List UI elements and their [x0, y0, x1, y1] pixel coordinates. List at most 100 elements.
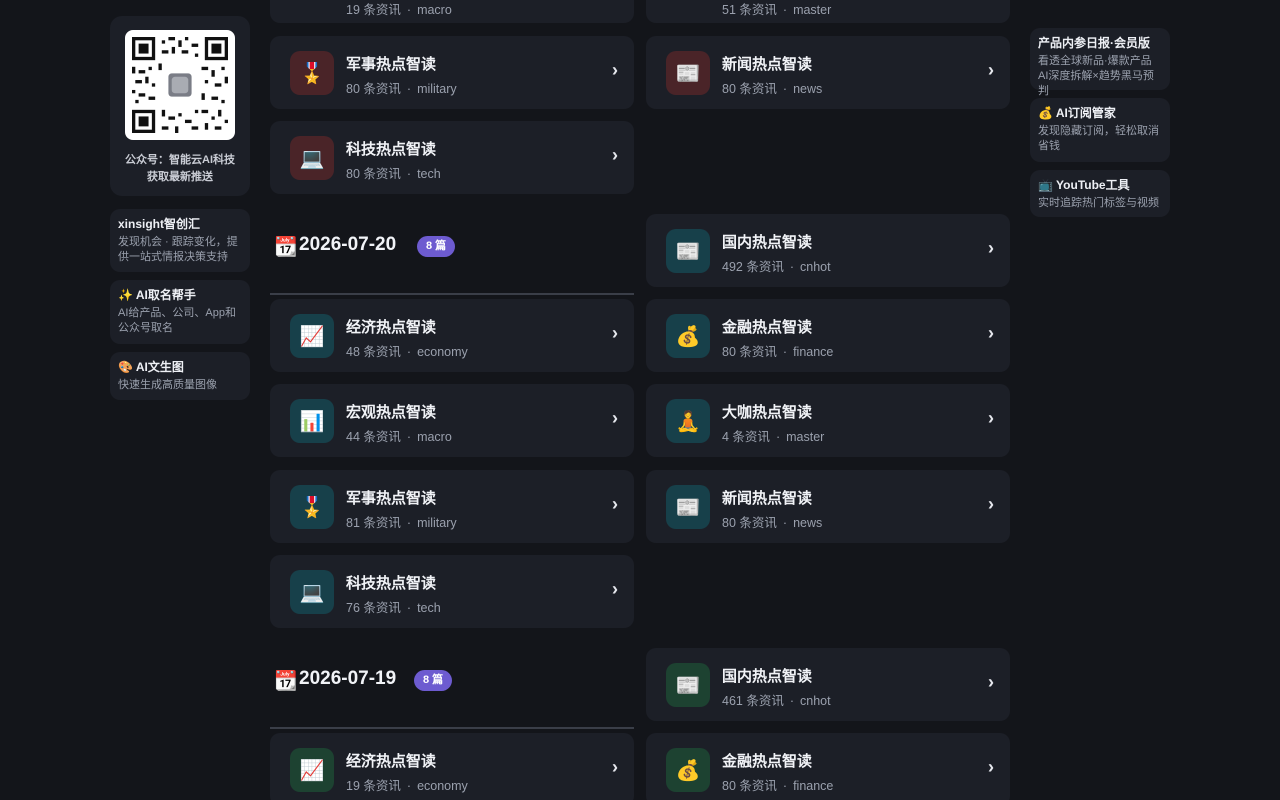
report-card-master[interactable]: 🧘 大咖热点智读 4 条资讯 · master › [646, 384, 1010, 457]
card-title: 新闻热点智读 [722, 56, 813, 73]
ai-naming-link-card[interactable]: ✨ AI取名帮手 AI给产品、公司、App和公众号取名 [110, 280, 250, 344]
medal-icon: 🎖️ [290, 51, 334, 95]
report-card-finance[interactable]: 💰 金融热点智读 80 条资讯 · finance › [646, 733, 1010, 800]
card-count: 80 条资讯 [722, 82, 777, 96]
separator-dot: · [406, 82, 412, 96]
ai-image-link-card[interactable]: 🎨 AI文生图 快速生成高质量图像 [110, 352, 250, 400]
report-card-macro[interactable]: 📊 宏观热点智读 44 条资讯 · macro › [270, 384, 634, 457]
qr-code [125, 30, 235, 140]
card-title: 大咖热点智读 [722, 404, 813, 421]
youtube-tool-link-card[interactable]: 📺 YouTube工具 实时追踪热门标签与视频 [1030, 170, 1170, 217]
card-tag: master [786, 430, 825, 444]
side-card-desc: 发现机会 · 跟踪变化，提供一站式情报决策支持 [118, 236, 238, 263]
card-title: 国内热点智读 [722, 668, 813, 685]
side-card-title: ✨ AI取名帮手 [118, 288, 196, 302]
separator-dot: · [789, 260, 795, 274]
card-tag: macro [417, 430, 452, 444]
money-bag-icon: 💰 [666, 314, 710, 358]
section-date: 2026-07-20 [299, 234, 397, 255]
chevron-right-icon: › [988, 238, 994, 258]
chart-up-icon: 📈 [290, 748, 334, 792]
card-tag: news [793, 516, 823, 530]
product-daily-link-card[interactable]: 产品内参日报·会员版 看透全球新品·爆款产品AI深度拆解×趋势黑马预判 [1030, 28, 1170, 97]
side-card-desc: 快速生成高质量图像 [118, 379, 217, 391]
newspaper-icon: 📰 [666, 663, 710, 707]
card-title: 军事热点智读 [346, 490, 437, 507]
side-card-title: 📺 YouTube工具 [1038, 178, 1130, 192]
report-card-tech[interactable]: 💻 科技热点智读 76 条资讯 · tech › [270, 555, 634, 628]
card-count: 80 条资讯 [346, 167, 401, 181]
separator-dot: · [406, 601, 412, 615]
person-meditating-icon: 🧘 [666, 399, 710, 443]
card-meta: 492 条资讯 · cnhot [722, 256, 831, 275]
card-title: 金融热点智读 [722, 753, 813, 770]
card-count: 76 条资讯 [346, 601, 401, 615]
card-meta: 80 条资讯 · tech [346, 163, 441, 182]
separator-dot: · [775, 430, 781, 444]
report-card-tech[interactable]: 💻 科技热点智读 80 条资讯 · tech › [270, 121, 634, 194]
qr-caption: 公众号：智能云AI科技 获取最新推送 [110, 152, 250, 186]
date-header-0719: 📆 2026-07-19 8 篇 [270, 668, 634, 729]
qr-card: 公众号：智能云AI科技 获取最新推送 [110, 16, 250, 196]
qr-caption-line1: 公众号：智能云AI科技 [125, 154, 235, 166]
card-meta: 81 条资讯 · military [346, 512, 457, 531]
card-meta: 80 条资讯 · news [722, 78, 822, 97]
card-tag: macro [417, 3, 452, 17]
report-card-military[interactable]: 🎖️ 军事热点智读 80 条资讯 · military › [270, 36, 634, 109]
card-count: 80 条资讯 [722, 779, 777, 793]
money-bag-icon: 💰 [666, 748, 710, 792]
chevron-right-icon: › [612, 408, 618, 428]
chevron-right-icon: › [612, 145, 618, 165]
chevron-right-icon: › [612, 323, 618, 343]
calendar-icon: 📆 [274, 237, 298, 258]
xinsight-link-card[interactable]: xinsight智创汇 发现机会 · 跟踪变化，提供一站式情报决策支持 [110, 209, 250, 272]
report-card-military[interactable]: 🎖️ 军事热点智读 81 条资讯 · military › [270, 470, 634, 543]
side-card-desc: 看透全球新品·爆款产品AI深度拆解×趋势黑马预判 [1038, 55, 1154, 97]
report-card-cnhot[interactable]: 📰 国内热点智读 461 条资讯 · cnhot › [646, 648, 1010, 721]
card-meta: 48 条资讯 · economy [346, 341, 468, 360]
card-tag: tech [417, 601, 441, 615]
card-tag: economy [417, 345, 468, 359]
chevron-right-icon: › [612, 757, 618, 777]
card-title: 科技热点智读 [346, 575, 437, 592]
report-card-economy[interactable]: 📈 经济热点智读 19 条资讯 · economy › [270, 733, 634, 800]
side-card-title: xinsight智创汇 [118, 217, 201, 231]
card-meta: 19 条资讯 · economy [346, 775, 468, 794]
report-card-partial[interactable]: 19 条资讯 · macro [270, 0, 634, 23]
side-card-desc: AI给产品、公司、App和公众号取名 [118, 307, 236, 334]
qr-caption-line2: 获取最新推送 [147, 171, 213, 183]
card-meta: 461 条资讯 · cnhot [722, 690, 831, 709]
subscription-manager-link-card[interactable]: 💰 AI订阅管家 发现隐藏订阅，轻松取消省钱 [1030, 98, 1170, 162]
report-card-finance[interactable]: 💰 金融热点智读 80 条资讯 · finance › [646, 299, 1010, 372]
card-title: 经济热点智读 [346, 319, 437, 336]
chevron-right-icon: › [988, 60, 994, 80]
qr-code-image [132, 37, 228, 133]
card-tag: tech [417, 167, 441, 181]
medal-icon: 🎖️ [290, 485, 334, 529]
side-card-title: 💰 AI订阅管家 [1038, 106, 1116, 120]
card-title: 新闻热点智读 [722, 490, 813, 507]
card-count: 51 条资讯 [722, 3, 777, 17]
card-meta: 80 条资讯 · news [722, 512, 822, 531]
card-count: 80 条资讯 [722, 345, 777, 359]
chevron-right-icon: › [612, 60, 618, 80]
side-card-desc: 发现隐藏订阅，轻松取消省钱 [1038, 125, 1159, 152]
card-count: 44 条资讯 [346, 430, 401, 444]
laptop-icon: 💻 [290, 136, 334, 180]
separator-dot: · [782, 3, 788, 17]
card-count: 81 条资讯 [346, 516, 401, 530]
report-card-economy[interactable]: 📈 经济热点智读 48 条资讯 · economy › [270, 299, 634, 372]
separator-dot: · [789, 694, 795, 708]
card-count: 80 条资讯 [722, 516, 777, 530]
report-card-cnhot[interactable]: 📰 国内热点智读 492 条资讯 · cnhot › [646, 214, 1010, 287]
count-badge: 8 篇 [414, 670, 453, 691]
card-count: 48 条资讯 [346, 345, 401, 359]
chevron-right-icon: › [988, 408, 994, 428]
report-card-news[interactable]: 📰 新闻热点智读 80 条资讯 · news › [646, 36, 1010, 109]
report-card-partial[interactable]: 51 条资讯 · master [646, 0, 1010, 23]
card-tag: cnhot [800, 260, 831, 274]
report-card-news[interactable]: 📰 新闻热点智读 80 条资讯 · news › [646, 470, 1010, 543]
date-header-0720: 📆 2026-07-20 8 篇 [270, 234, 634, 295]
left-sidebar: 公众号：智能云AI科技 获取最新推送 xinsight智创汇 发现机会 · 跟踪… [110, 16, 250, 400]
card-title: 宏观热点智读 [346, 404, 437, 421]
